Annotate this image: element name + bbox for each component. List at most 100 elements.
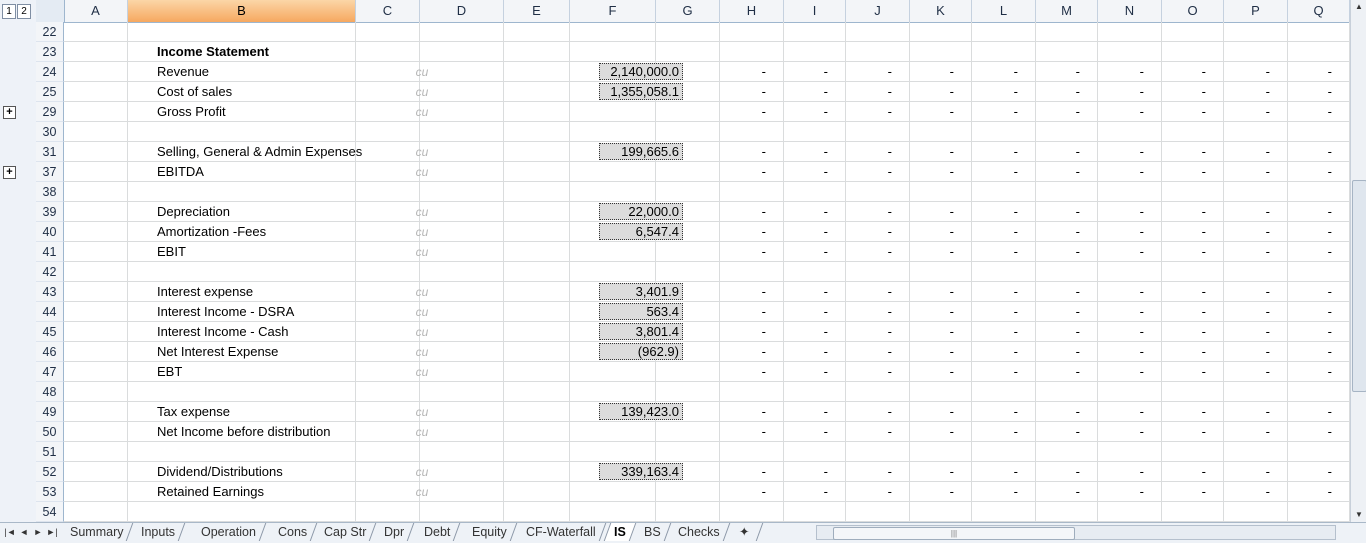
row-header[interactable]: 44 xyxy=(36,302,64,322)
dash-cell[interactable]: - xyxy=(890,82,954,102)
sheet-tab[interactable]: Equity xyxy=(462,523,518,541)
dash-cell[interactable]: - xyxy=(764,222,828,242)
dash-cell[interactable]: - xyxy=(1016,402,1080,422)
dash-cell[interactable]: - xyxy=(828,422,892,442)
dash-cell[interactable]: - xyxy=(764,322,828,342)
dash-cell[interactable]: - xyxy=(764,362,828,382)
dash-cell[interactable]: - xyxy=(1206,402,1270,422)
line-item-label[interactable]: Interest expense xyxy=(157,282,253,302)
line-item-label[interactable]: Income Statement xyxy=(157,42,269,62)
line-item-label[interactable]: Interest Income - DSRA xyxy=(157,302,294,322)
dash-cell[interactable]: - xyxy=(1142,322,1206,342)
unit-cell[interactable]: cu xyxy=(392,482,452,502)
dash-cell[interactable]: - xyxy=(1142,282,1206,302)
dash-cell[interactable]: - xyxy=(702,62,766,82)
expand-group-icon[interactable]: + xyxy=(3,166,16,179)
dash-cell[interactable]: - xyxy=(828,362,892,382)
dash-cell[interactable]: - xyxy=(1206,342,1270,362)
dash-cell[interactable]: - xyxy=(764,142,828,162)
dash-cell[interactable]: - xyxy=(954,402,1018,422)
dash-cell[interactable]: - xyxy=(764,342,828,362)
dash-cell[interactable]: - xyxy=(828,62,892,82)
dash-cell[interactable]: - xyxy=(890,202,954,222)
dash-cell[interactable]: - xyxy=(702,202,766,222)
dash-cell[interactable]: - xyxy=(890,102,954,122)
line-item-label[interactable]: Net Interest Expense xyxy=(157,342,278,362)
dash-cell[interactable]: - xyxy=(1142,202,1206,222)
dash-cell[interactable]: - xyxy=(890,62,954,82)
dash-cell[interactable]: - xyxy=(1016,162,1080,182)
dash-cell[interactable]: - xyxy=(1080,402,1144,422)
horizontal-scroll-thumb[interactable]: ||| xyxy=(833,527,1075,540)
dash-cell[interactable]: - xyxy=(702,302,766,322)
row-header[interactable]: 43 xyxy=(36,282,64,302)
dash-cell[interactable]: - xyxy=(1206,62,1270,82)
column-header-g[interactable]: G xyxy=(656,0,720,22)
dash-cell[interactable]: - xyxy=(828,142,892,162)
dash-cell[interactable]: - xyxy=(1080,482,1144,502)
dash-cell[interactable]: - xyxy=(1142,242,1206,262)
line-item-label[interactable]: Depreciation xyxy=(157,202,230,222)
dash-cell[interactable]: - xyxy=(1268,362,1332,382)
column-header-b[interactable]: B xyxy=(128,0,356,22)
dash-cell[interactable]: - xyxy=(954,102,1018,122)
dash-cell[interactable]: - xyxy=(1142,222,1206,242)
dash-cell[interactable]: - xyxy=(1206,202,1270,222)
row-header[interactable]: 41 xyxy=(36,242,64,262)
dash-cell[interactable]: - xyxy=(890,402,954,422)
next-sheet-icon[interactable]: ► xyxy=(32,525,44,540)
row-header[interactable]: 25 xyxy=(36,82,64,102)
unit-cell[interactable]: cu xyxy=(392,82,452,102)
dash-cell[interactable]: - xyxy=(828,342,892,362)
dash-cell[interactable]: - xyxy=(764,302,828,322)
dash-cell[interactable]: - xyxy=(1016,142,1080,162)
dash-cell[interactable]: - xyxy=(954,242,1018,262)
unit-cell[interactable]: cu xyxy=(392,302,452,322)
row-header[interactable]: 47 xyxy=(36,362,64,382)
sheet-tab[interactable]: Operation xyxy=(191,523,267,541)
dash-cell[interactable]: - xyxy=(1206,422,1270,442)
dash-cell[interactable]: - xyxy=(1268,402,1332,422)
row-header[interactable]: 48 xyxy=(36,382,64,402)
unit-cell[interactable]: cu xyxy=(392,422,452,442)
line-item-label[interactable]: Net Income before distribution xyxy=(157,422,330,442)
scroll-down-icon[interactable]: ▼ xyxy=(1351,508,1366,522)
dash-cell[interactable]: - xyxy=(702,462,766,482)
dash-cell[interactable]: - xyxy=(1142,402,1206,422)
row-header[interactable]: 30 xyxy=(36,122,64,142)
row-header[interactable]: 45 xyxy=(36,322,64,342)
value-cell[interactable]: 1,355,058.1 xyxy=(599,83,683,100)
expand-group-icon[interactable]: + xyxy=(3,106,16,119)
dash-cell[interactable]: - xyxy=(1080,342,1144,362)
dash-cell[interactable]: - xyxy=(1268,302,1332,322)
column-header-m[interactable]: M xyxy=(1036,0,1098,22)
unit-cell[interactable]: cu xyxy=(392,342,452,362)
column-header-o[interactable]: O xyxy=(1162,0,1224,22)
dash-cell[interactable]: - xyxy=(1268,202,1332,222)
dash-cell[interactable]: - xyxy=(1268,462,1332,482)
dash-cell[interactable]: - xyxy=(1016,82,1080,102)
dash-cell[interactable]: - xyxy=(764,102,828,122)
dash-cell[interactable]: - xyxy=(890,142,954,162)
dash-cell[interactable]: - xyxy=(954,202,1018,222)
line-item-label[interactable]: Gross Profit xyxy=(157,102,226,122)
unit-cell[interactable]: cu xyxy=(392,322,452,342)
dash-cell[interactable]: - xyxy=(1016,322,1080,342)
row-header[interactable]: 24 xyxy=(36,62,64,82)
unit-cell[interactable]: cu xyxy=(392,222,452,242)
dash-cell[interactable]: - xyxy=(764,482,828,502)
dash-cell[interactable]: - xyxy=(1016,62,1080,82)
row-header[interactable]: 23 xyxy=(36,42,64,62)
dash-cell[interactable]: - xyxy=(828,462,892,482)
dash-cell[interactable]: - xyxy=(702,282,766,302)
line-item-label[interactable]: Dividend/Distributions xyxy=(157,462,283,482)
row-header[interactable]: 51 xyxy=(36,442,64,462)
dash-cell[interactable]: - xyxy=(890,322,954,342)
sheet-tab[interactable]: Checks xyxy=(668,523,730,541)
dash-cell[interactable]: - xyxy=(954,222,1018,242)
row-header[interactable]: 46 xyxy=(36,342,64,362)
sheet-tab[interactable]: Cap Str xyxy=(314,523,377,541)
unit-cell[interactable]: cu xyxy=(392,282,452,302)
unit-cell[interactable]: cu xyxy=(392,402,452,422)
dash-cell[interactable]: - xyxy=(702,402,766,422)
